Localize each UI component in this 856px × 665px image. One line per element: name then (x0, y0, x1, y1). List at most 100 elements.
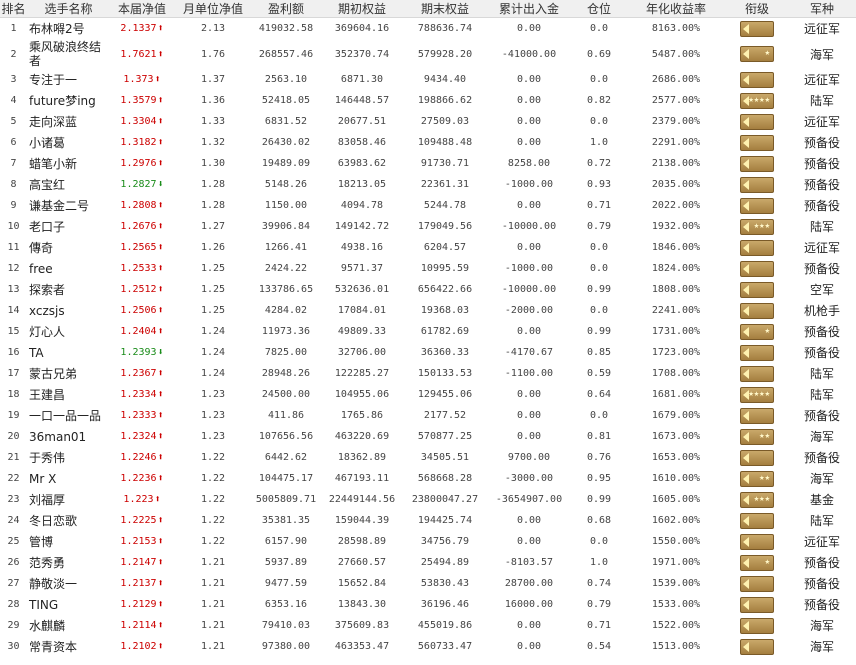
player-name-link[interactable]: 布林嘚2号 (27, 18, 110, 40)
annual-return-cell: 1679.00% (651, 410, 701, 421)
table-row[interactable]: 21 于秀伟 1.2246⬆ 1.22 6442.62 18362.89 34505.51 9… (0, 447, 856, 468)
player-name-link[interactable]: 乘风破浪终结者 (27, 39, 110, 69)
table-row[interactable]: 4 future梦ing 1.3579⬆ 1.36 52418.05 146448.57 1… (0, 90, 856, 111)
player-name-link[interactable]: free (27, 258, 110, 279)
branch-cell: 预备役 (803, 451, 840, 465)
player-name-link[interactable]: 蜡笔小新 (27, 153, 110, 174)
player-name-link[interactable]: future梦ing (27, 90, 110, 111)
start-equity-cell: 463220.69 (334, 431, 390, 442)
table-row[interactable]: 25 管博 1.2153⬆ 1.22 6157.90 28598.89 34756.79 0.… (0, 531, 856, 552)
player-name-link[interactable]: 小诸葛 (27, 132, 110, 153)
end-equity-cell: 109488.48 (417, 137, 473, 148)
table-row[interactable]: 13 探索者 1.2512⬆ 1.25 133786.65 532636.01 656422… (0, 279, 856, 300)
player-name-link[interactable]: 于秀伟 (27, 447, 110, 468)
table-row[interactable]: 7 蜡笔小新 1.2976⬆ 1.30 19489.09 63983.62 91730.71… (0, 153, 856, 174)
up-arrow-icon: ⬆ (157, 599, 164, 610)
rank-cell: 29 (7, 620, 20, 631)
player-name-link[interactable]: 管博 (27, 531, 110, 552)
player-name-link[interactable]: 静敬淡一 (27, 573, 110, 594)
table-row[interactable]: 22 Mr X 1.2236⬆ 1.22 104475.17 467193.11 56866… (0, 468, 856, 489)
military-rank-cell (726, 279, 788, 300)
player-name-link[interactable]: 范秀勇 (27, 552, 110, 573)
position-cell: 0.0 (589, 410, 609, 421)
table-row[interactable]: 20 36man01 1.2324⬆ 1.23 107656.56 463220.69 57… (0, 426, 856, 447)
header-monthly-nav[interactable]: 月单位净值 (174, 0, 252, 18)
table-row[interactable]: 16 TA 1.2393⬇ 1.24 7825.00 32706.00 36360.33 -4… (0, 342, 856, 363)
table-row[interactable]: 23 刘福厚 1.223⬆ 1.22 5005809.71 22449144.56 2380… (0, 489, 856, 510)
table-row[interactable]: 6 小诸葛 1.3182⬆ 1.32 26430.02 83058.46 109488.48… (0, 132, 856, 153)
player-name-link[interactable]: 傳奇 (27, 237, 110, 258)
player-name-link[interactable]: xczsjs (27, 300, 110, 321)
header-military-rank[interactable]: 衔级 (726, 0, 788, 18)
table-row[interactable]: 12 free 1.2533⬆ 1.25 2424.22 9571.37 10995.59-… (0, 258, 856, 279)
table-row[interactable]: 1 布林嘚2号 2.1337⬆ 2.13 419032.58 369604.16 78863… (0, 18, 856, 40)
profit-cell: 28948.26 (261, 368, 311, 379)
header-cumulative-flow[interactable]: 累计出入金 (486, 0, 572, 18)
position-cell: 0.79 (586, 599, 612, 610)
player-name-link[interactable]: 探索者 (27, 279, 110, 300)
table-row[interactable]: 30 常青资本 1.2102⬆ 1.21 97380.00 463353.47 560733… (0, 636, 856, 657)
up-arrow-icon: ⬆ (157, 95, 164, 106)
table-row[interactable]: 2 乘风破浪终结者 1.7621⬆ 1.76 268557.46 352370.74 579… (0, 39, 856, 69)
table-row[interactable]: 15 灯心人 1.2404⬆ 1.24 11973.36 49809.33 61782.69… (0, 321, 856, 342)
player-name-link[interactable]: TA (27, 342, 110, 363)
table-row[interactable]: 5 走向深蓝 1.3304⬆ 1.33 6831.52 20677.51 27509.03 0… (0, 111, 856, 132)
start-equity-cell: 352370.74 (334, 48, 390, 60)
table-row[interactable]: 24 冬日恋歌 1.2225⬆ 1.22 35381.35 159044.39 194425… (0, 510, 856, 531)
player-name-link[interactable]: 水麒麟 (27, 615, 110, 636)
chevron-left-icon (743, 305, 749, 316)
current-nav-value: 1.2153 (120, 536, 157, 547)
rank-badge-icon (740, 155, 774, 172)
header-position[interactable]: 仓位 (572, 0, 626, 18)
player-name-link[interactable]: 蒙古兄弟 (27, 363, 110, 384)
up-arrow-icon: ⬆ (157, 221, 164, 232)
player-name-link[interactable]: 灯心人 (27, 321, 110, 342)
profit-cell: 26430.02 (261, 137, 311, 148)
table-row[interactable]: 26 范秀勇 1.2147⬆ 1.21 5937.89 27660.57 25494.89-… (0, 552, 856, 573)
up-arrow-icon: ⬆ (157, 389, 164, 400)
up-arrow-icon: ⬆ (157, 641, 164, 652)
table-row[interactable]: 3 专注于一 1.373⬆ 1.37 2563.10 6871.30 9434.40 0.00… (0, 69, 856, 90)
header-end-equity[interactable]: 期末权益 (404, 0, 486, 18)
table-row[interactable]: 28 TING 1.2129⬆ 1.21 6353.16 13843.30 36196.46… (0, 594, 856, 615)
rank-cell: 28 (7, 599, 20, 610)
player-name-link[interactable]: 36man01 (27, 426, 110, 447)
table-row[interactable]: 9 谦基金二号 1.2808⬆ 1.28 1150.00 4094.78 5244.78 0.… (0, 195, 856, 216)
rank-badge-icon (740, 596, 774, 613)
player-name-link[interactable]: 老口子 (27, 216, 110, 237)
table-row[interactable]: 10 老口子 1.2676⬆ 1.27 39906.84 149142.72 179049.… (0, 216, 856, 237)
player-name-link[interactable]: Mr X (27, 468, 110, 489)
rank-cell: 21 (7, 452, 20, 463)
profit-cell: 6831.52 (264, 116, 308, 127)
table-row[interactable]: 17 蒙古兄弟 1.2367⬆ 1.24 28948.26 122285.27 150133… (0, 363, 856, 384)
header-rank[interactable]: 排名 (0, 0, 27, 18)
player-name-link[interactable]: 王建昌 (27, 384, 110, 405)
player-name-link[interactable]: 专注于一 (27, 69, 110, 90)
header-profit[interactable]: 盈利额 (252, 0, 320, 18)
table-row[interactable]: 29 水麒麟 1.2114⬆ 1.21 79410.03 375609.83 455019.… (0, 615, 856, 636)
player-name-link[interactable]: 刘福厚 (27, 489, 110, 510)
player-name-link[interactable]: 一口一品一品 (27, 405, 110, 426)
player-name-link[interactable]: 走向深蓝 (27, 111, 110, 132)
chevron-left-icon (743, 599, 749, 610)
table-row[interactable]: 18 王建昌 1.2334⬆ 1.23 24500.00 104955.06 129455.… (0, 384, 856, 405)
header-current-nav[interactable]: 本届净值 (110, 0, 174, 18)
position-cell: 0.54 (586, 641, 612, 652)
table-row[interactable]: 8 高宝红 1.2827⬇ 1.28 5148.26 18213.05 22361.31 -1… (0, 174, 856, 195)
player-name-link[interactable]: 常青资本 (27, 636, 110, 657)
military-rank-cell (726, 237, 788, 258)
header-player-name[interactable]: 选手名称 (27, 0, 110, 18)
header-start-equity[interactable]: 期初权益 (320, 0, 404, 18)
table-row[interactable]: 14 xczsjs 1.2506⬆ 1.25 4284.02 17084.01 19368.… (0, 300, 856, 321)
player-name-link[interactable]: 谦基金二号 (27, 195, 110, 216)
military-rank-cell (726, 363, 788, 384)
table-row[interactable]: 27 静敬淡一 1.2137⬆ 1.21 9477.59 15652.84 53830.43… (0, 573, 856, 594)
header-branch[interactable]: 军种 (788, 0, 856, 18)
player-name-link[interactable]: 高宝红 (27, 174, 110, 195)
player-name-link[interactable]: 冬日恋歌 (27, 510, 110, 531)
header-annual-return[interactable]: 年化收益率 (626, 0, 726, 18)
table-row[interactable]: 11 傳奇 1.2565⬆ 1.26 1266.41 4938.16 6204.57 0.00… (0, 237, 856, 258)
table-row[interactable]: 19 一口一品一品 1.2333⬆ 1.23 411.86 1765.86 2177.52 0… (0, 405, 856, 426)
branch-cell: 远征军 (803, 535, 840, 549)
player-name-link[interactable]: TING (27, 594, 110, 615)
